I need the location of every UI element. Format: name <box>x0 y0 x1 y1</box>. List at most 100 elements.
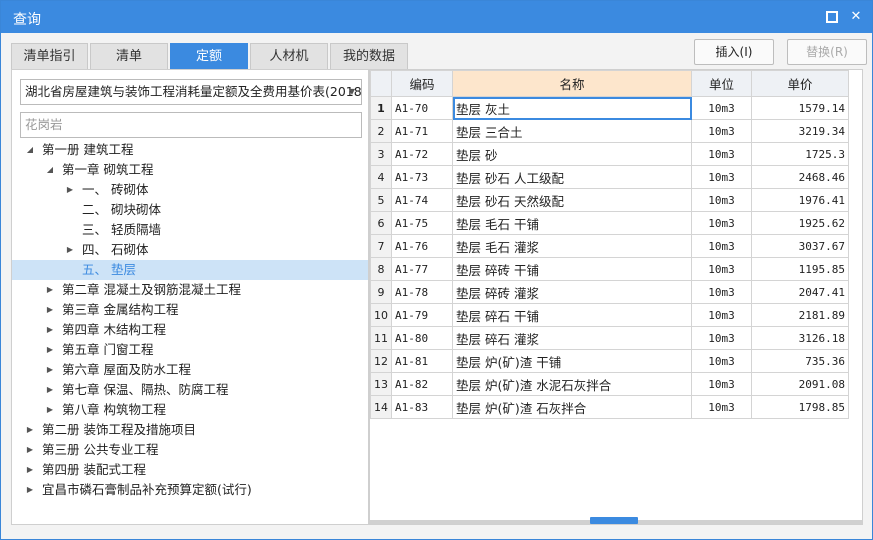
row-number[interactable]: 11 <box>370 326 392 350</box>
code-cell[interactable]: A1-73 <box>391 165 453 189</box>
price-cell[interactable]: 735.36 <box>751 349 849 373</box>
name-column-header[interactable]: 名称 <box>452 70 692 97</box>
code-cell[interactable]: A1-74 <box>391 188 453 212</box>
price-cell[interactable]: 2047.41 <box>751 280 849 304</box>
table-row[interactable]: 11 A1-80 垫层 碎石 灌浆 10m3 3126.18 <box>370 326 849 350</box>
name-cell[interactable]: 垫层 毛石 干铺 <box>452 211 692 235</box>
triangle-right-icon[interactable]: ▶ <box>44 340 56 360</box>
name-cell[interactable]: 垫层 毛石 灌浆 <box>452 234 692 258</box>
table-row[interactable]: 3 A1-72 垫层 砂 10m3 1725.3 <box>370 142 849 166</box>
table-row[interactable]: 13 A1-82 垫层 炉(矿)渣 水泥石灰拌合 10m3 2091.08 <box>370 372 849 396</box>
name-cell[interactable]: 垫层 碎砖 干铺 <box>452 257 692 281</box>
triangle-right-icon[interactable]: ▶ <box>24 480 36 500</box>
unit-cell[interactable]: 10m3 <box>691 188 752 212</box>
table-row[interactable]: 7 A1-76 垫层 毛石 灌浆 10m3 3037.67 <box>370 234 849 258</box>
table-row[interactable]: 1 A1-70 垫层 灰土 10m3 1579.14 <box>370 96 849 120</box>
code-cell[interactable]: A1-81 <box>391 349 453 373</box>
price-cell[interactable]: 3126.18 <box>751 326 849 350</box>
code-cell[interactable]: A1-80 <box>391 326 453 350</box>
unit-cell[interactable]: 10m3 <box>691 96 752 120</box>
name-cell[interactable]: 垫层 灰土 <box>452 96 692 120</box>
row-number[interactable]: 13 <box>370 372 392 396</box>
tree-node[interactable]: 二、 砌块砌体 <box>12 200 368 220</box>
row-number[interactable]: 4 <box>370 165 392 189</box>
unit-cell[interactable]: 10m3 <box>691 326 752 350</box>
tree-node[interactable]: ◢ 第一章 砌筑工程 <box>12 160 368 180</box>
name-cell[interactable]: 垫层 炉(矿)渣 水泥石灰拌合 <box>452 372 692 396</box>
horizontal-scrollbar[interactable] <box>370 517 862 524</box>
tree-node[interactable]: ▶ 第二章 混凝土及钢筋混凝土工程 <box>12 280 368 300</box>
unit-cell[interactable]: 10m3 <box>691 142 752 166</box>
price-cell[interactable]: 1925.62 <box>751 211 849 235</box>
unit-cell[interactable]: 10m3 <box>691 395 752 419</box>
unit-column-header[interactable]: 单位 <box>691 70 752 97</box>
name-cell[interactable]: 垫层 砂 <box>452 142 692 166</box>
code-cell[interactable]: A1-77 <box>391 257 453 281</box>
code-cell[interactable]: A1-83 <box>391 395 453 419</box>
row-number[interactable]: 2 <box>370 119 392 143</box>
tree-node[interactable]: ▶ 第五章 门窗工程 <box>12 340 368 360</box>
code-cell[interactable]: A1-75 <box>391 211 453 235</box>
tab-materials[interactable]: 人材机 <box>250 43 328 69</box>
triangle-down-icon[interactable]: ◢ <box>24 140 36 160</box>
code-cell[interactable]: A1-78 <box>391 280 453 304</box>
unit-cell[interactable]: 10m3 <box>691 234 752 258</box>
row-number[interactable]: 9 <box>370 280 392 304</box>
triangle-right-icon[interactable]: ▶ <box>44 380 56 400</box>
price-cell[interactable]: 2468.46 <box>751 165 849 189</box>
tree-node[interactable]: ▶ 第四册 装配式工程 <box>12 460 368 480</box>
tab-list-guide[interactable]: 清单指引 <box>11 43 88 69</box>
unit-cell[interactable]: 10m3 <box>691 165 752 189</box>
code-cell[interactable]: A1-70 <box>391 96 453 120</box>
insert-button[interactable]: 插入(I) <box>694 39 774 65</box>
tree-node[interactable]: ◢ 第一册 建筑工程 <box>12 140 368 160</box>
price-cell[interactable]: 3037.67 <box>751 234 849 258</box>
row-number[interactable]: 5 <box>370 188 392 212</box>
price-cell[interactable]: 1579.14 <box>751 96 849 120</box>
triangle-right-icon[interactable]: ▶ <box>24 440 36 460</box>
triangle-right-icon[interactable]: ▶ <box>44 320 56 340</box>
search-input[interactable]: 花岗岩 <box>20 112 362 138</box>
price-cell[interactable]: 3219.34 <box>751 119 849 143</box>
table-row[interactable]: 4 A1-73 垫层 砂石 人工级配 10m3 2468.46 <box>370 165 849 189</box>
unit-cell[interactable]: 10m3 <box>691 280 752 304</box>
row-number[interactable]: 8 <box>370 257 392 281</box>
unit-cell[interactable]: 10m3 <box>691 257 752 281</box>
row-number[interactable]: 7 <box>370 234 392 258</box>
table-row[interactable]: 10 A1-79 垫层 碎石 干铺 10m3 2181.89 <box>370 303 849 327</box>
unit-cell[interactable]: 10m3 <box>691 349 752 373</box>
row-number[interactable]: 3 <box>370 142 392 166</box>
code-column-header[interactable]: 编码 <box>391 70 453 97</box>
tree-node[interactable]: ▶ 第三册 公共专业工程 <box>12 440 368 460</box>
tab-list[interactable]: 清单 <box>90 43 168 69</box>
table-row[interactable]: 8 A1-77 垫层 碎砖 干铺 10m3 1195.85 <box>370 257 849 281</box>
price-cell[interactable]: 1976.41 <box>751 188 849 212</box>
row-number[interactable]: 6 <box>370 211 392 235</box>
tree-node[interactable]: ▶ 第六章 屋面及防水工程 <box>12 360 368 380</box>
name-cell[interactable]: 垫层 碎石 干铺 <box>452 303 692 327</box>
title-bar[interactable]: 查询 ✕ <box>1 1 872 33</box>
price-cell[interactable]: 2181.89 <box>751 303 849 327</box>
tree-node[interactable]: ▶ 第七章 保温、隔热、防腐工程 <box>12 380 368 400</box>
tree-node[interactable]: 五、 垫层 <box>12 260 368 280</box>
row-number[interactable]: 1 <box>370 96 392 120</box>
tree-node[interactable]: ▶ 一、 砖砌体 <box>12 180 368 200</box>
code-cell[interactable]: A1-76 <box>391 234 453 258</box>
triangle-right-icon[interactable]: ▶ <box>44 300 56 320</box>
triangle-right-icon[interactable]: ▶ <box>24 420 36 440</box>
unit-cell[interactable]: 10m3 <box>691 211 752 235</box>
tab-my-data[interactable]: 我的数据 <box>330 43 408 69</box>
row-number[interactable]: 10 <box>370 303 392 327</box>
triangle-right-icon[interactable]: ▶ <box>64 240 76 260</box>
code-cell[interactable]: A1-79 <box>391 303 453 327</box>
name-cell[interactable]: 垫层 砂石 天然级配 <box>452 188 692 212</box>
code-cell[interactable]: A1-82 <box>391 372 453 396</box>
price-column-header[interactable]: 单价 <box>751 70 849 97</box>
code-cell[interactable]: A1-71 <box>391 119 453 143</box>
price-cell[interactable]: 1195.85 <box>751 257 849 281</box>
triangle-right-icon[interactable]: ▶ <box>44 360 56 380</box>
price-cell[interactable]: 1798.85 <box>751 395 849 419</box>
tree-node[interactable]: ▶ 四、 石砌体 <box>12 240 368 260</box>
name-cell[interactable]: 垫层 炉(矿)渣 石灰拌合 <box>452 395 692 419</box>
tree-node[interactable]: ▶ 第八章 构筑物工程 <box>12 400 368 420</box>
